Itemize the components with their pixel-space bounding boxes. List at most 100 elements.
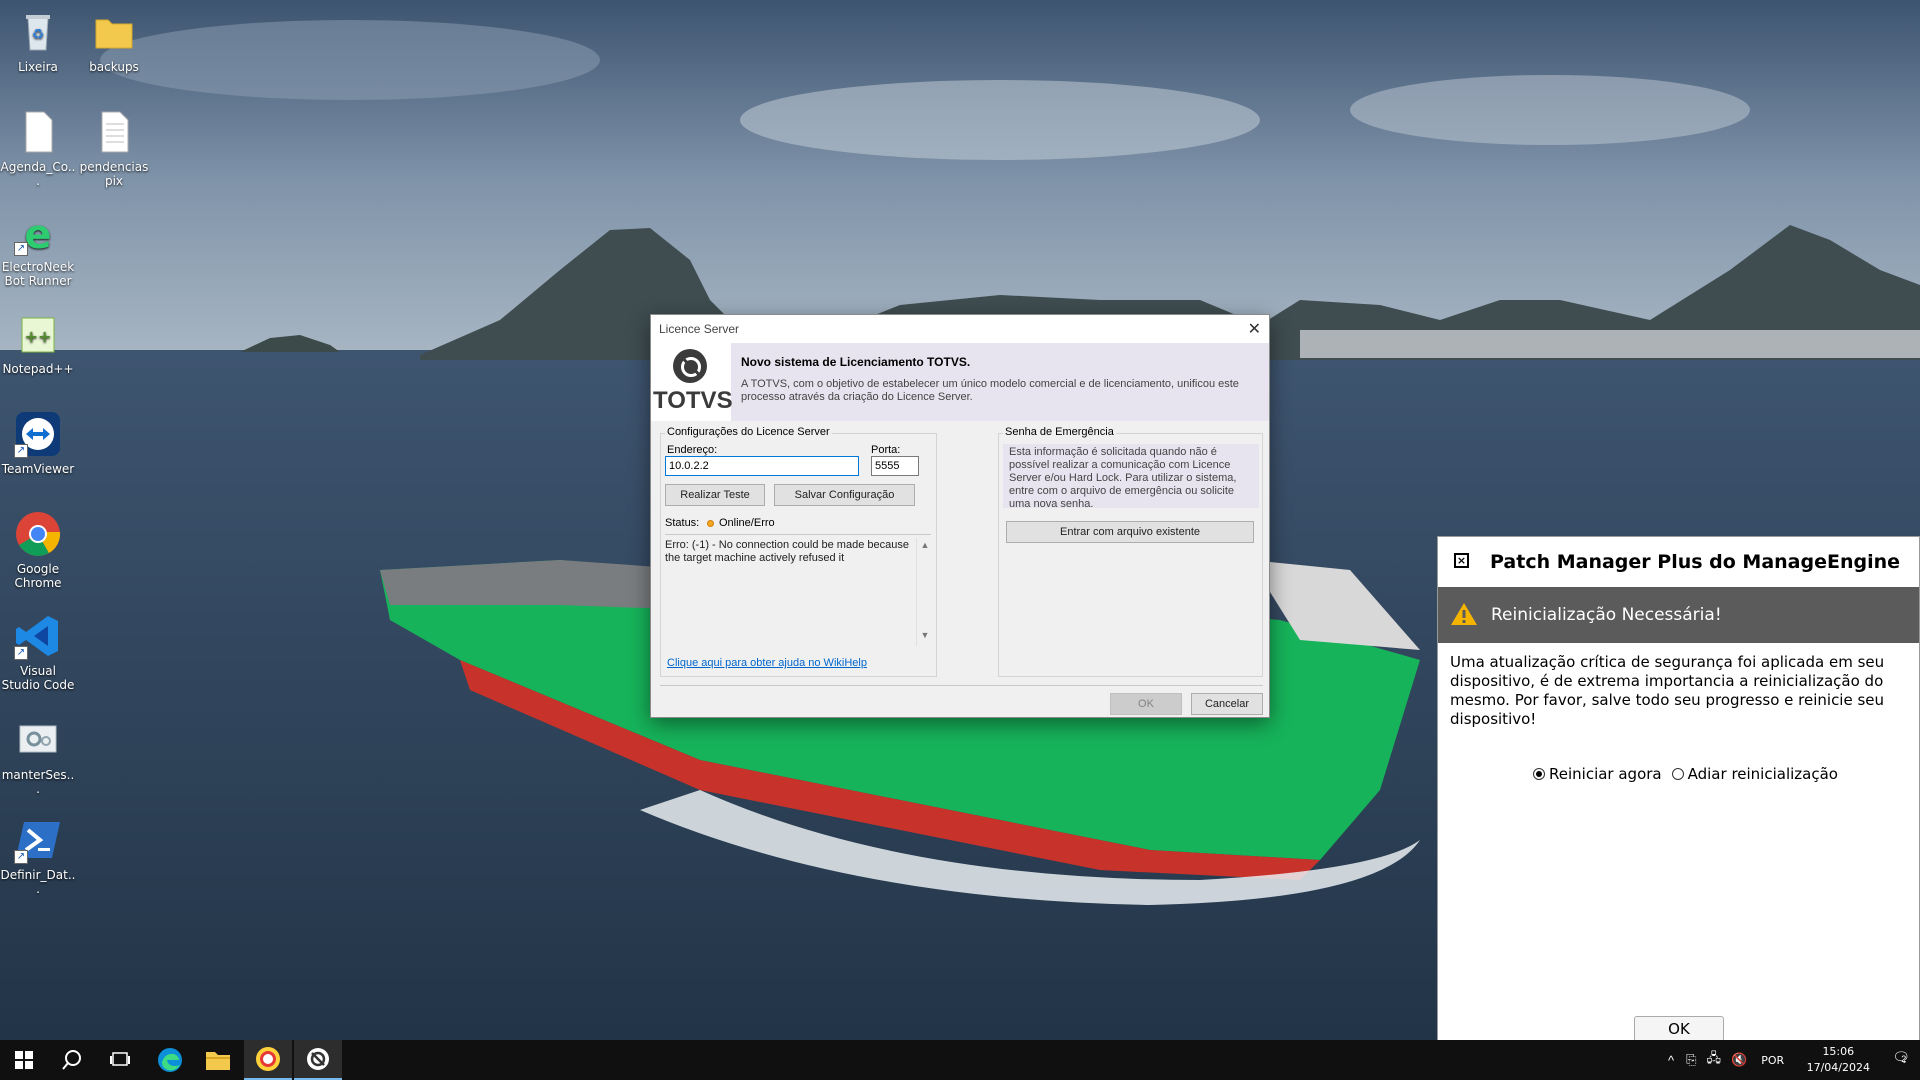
group-label: Configurações do Licence Server [665, 426, 832, 438]
desktop-icon-vscode[interactable]: ↗ Visual Studio Code [0, 612, 76, 692]
powershell-icon: ↗ [14, 816, 62, 864]
patch-manager-popup: × Patch Manager Plus do ManageEngine Rei… [1437, 536, 1920, 1046]
desktop-icon-notepadpp[interactable]: ++ Notepad++ [0, 310, 76, 376]
popup-message: Uma atualização crítica de segurança foi… [1450, 653, 1885, 728]
restart-options: Reiniciar agora Adiar reinicialização [1533, 765, 1838, 783]
restart-required-bar: Reinicialização Necessária! [1438, 587, 1919, 643]
notification-center-button[interactable]: 🗨 2 [1892, 1049, 1910, 1066]
radio-unselected-icon[interactable] [1671, 768, 1684, 780]
desktop-icon-mantersess[interactable]: manterSes... [0, 716, 76, 796]
settings-file-icon [14, 716, 62, 764]
desktop-icon-teamviewer[interactable]: ↗ TeamViewer [0, 410, 76, 476]
teamviewer-icon: ↗ [14, 410, 62, 458]
taskbar-edge[interactable] [146, 1040, 194, 1080]
radio-label: Adiar reinicialização [1687, 765, 1838, 783]
svg-text:♻: ♻ [32, 27, 45, 43]
desktop-icon-backups[interactable]: backups [76, 8, 152, 74]
volume-muted-icon[interactable]: 🔇 [1731, 1052, 1747, 1068]
desktop-icon-label: Google Chrome [14, 562, 62, 590]
system-tray: ^ ⎘ 🖧 🔇 POR [1668, 1040, 1794, 1080]
totvs-logo: TOTVS [651, 343, 733, 421]
shortcut-arrow-icon: ↗ [14, 646, 28, 660]
taskbar-totvs-smartclient[interactable] [244, 1040, 292, 1080]
totvs-icon [307, 1048, 329, 1070]
error-message: Erro: (-1) - No connection could be made… [665, 539, 909, 564]
edge-icon [158, 1048, 182, 1072]
open-emergency-file-button[interactable]: Entrar com arquivo existente [1006, 521, 1254, 543]
desktop-icon-electroneek[interactable]: e ↗ ElectroNeek Bot Runner [0, 208, 76, 288]
address-input[interactable]: 10.0.2.2 [665, 456, 859, 476]
radio-label: Reiniciar agora [1549, 765, 1662, 783]
status-indicator-icon [707, 520, 714, 527]
dialog-title: Licence Server [659, 322, 740, 336]
dialog-titlebar[interactable]: Licence Server [651, 315, 1269, 343]
chevron-up-icon[interactable]: ^ [1668, 1053, 1674, 1068]
vscode-icon: ↗ [14, 612, 62, 660]
taskbar-file-explorer[interactable] [194, 1040, 242, 1080]
document-icon [90, 108, 138, 156]
desktop-icon-label: TeamViewer [1, 462, 75, 476]
popup-ok-button[interactable]: OK [1634, 1016, 1724, 1042]
start-button[interactable] [0, 1040, 48, 1080]
clock-time: 15:06 [1822, 1045, 1855, 1058]
licence-server-dialog: Licence Server ✕ TOTVS Novo sistema de L… [650, 314, 1270, 718]
close-icon[interactable]: ✕ [1248, 319, 1261, 339]
scroll-down-icon[interactable]: ▼ [917, 630, 933, 640]
desktop-icon-label: manterSes... [1, 768, 75, 796]
notification-count: 2 [1901, 1054, 1907, 1064]
recycle-bin-icon: ♻ [14, 8, 62, 56]
desktop-icon-label: Agenda_Co... [0, 160, 76, 188]
document-icon [14, 108, 62, 156]
port-input[interactable]: 5555 [871, 456, 919, 476]
banner-description: A TOTVS, com o objetivo de estabelecer u… [741, 378, 1239, 403]
search-button[interactable] [48, 1040, 96, 1080]
task-view-button[interactable] [96, 1040, 144, 1080]
network-icon[interactable]: 🖧 [1707, 1049, 1722, 1071]
taskbar: ^ ⎘ 🖧 🔇 POR 15:06 17/04/2024 🗨 2 [0, 1040, 1920, 1080]
language-indicator[interactable]: POR [1761, 1054, 1784, 1067]
status-value: Online/Erro [719, 517, 775, 529]
scroll-up-icon[interactable]: ▲ [917, 540, 933, 550]
smartclient-icon [256, 1047, 280, 1071]
taskbar-licence-server[interactable] [294, 1040, 342, 1080]
wikihelp-link[interactable]: Clique aqui para obter ajuda no WikiHelp [667, 657, 867, 669]
radio-postpone[interactable]: Adiar reinicialização [1671, 765, 1838, 783]
warning-icon [1451, 603, 1477, 625]
desktop-icon-label: ElectroNeek Bot Runner [1, 260, 75, 288]
task-view-icon [110, 1052, 130, 1066]
address-label: Endereço: [667, 444, 718, 456]
popup-title: Patch Manager Plus do ManageEngine [1490, 551, 1901, 573]
clock[interactable]: 15:06 17/04/2024 [1807, 1044, 1870, 1076]
desktop-icon-definir[interactable]: ↗ Definir_Dat... [0, 816, 76, 896]
desktop-icon-label: Visual Studio Code [1, 664, 75, 692]
chrome-icon [14, 510, 62, 558]
desktop-icon-lixeira[interactable]: ♻ Lixeira [0, 8, 76, 74]
radio-restart-now[interactable]: Reiniciar agora [1533, 765, 1662, 783]
cancel-button[interactable]: Cancelar [1191, 693, 1263, 715]
save-config-button[interactable]: Salvar Configuração [774, 484, 915, 506]
svg-text:e: e [24, 212, 51, 256]
svg-text:++: ++ [25, 327, 52, 346]
dialog-banner: TOTVS Novo sistema de Licenciamento TOTV… [651, 343, 1269, 421]
licence-config-group: Configurações do Licence Server Endereço… [660, 426, 937, 677]
desktop-icon-label: Notepad++ [2, 362, 74, 376]
error-scrollbar[interactable]: ▲ ▼ [916, 538, 933, 646]
shortcut-arrow-icon: ↗ [14, 850, 28, 864]
port-label: Porta: [871, 444, 901, 456]
emergency-group: Senha de Emergência Esta informação é so… [998, 426, 1263, 677]
desktop-icon-label: Lixeira [18, 60, 58, 74]
desktop-icon-pendencias[interactable]: pendencias pix [76, 108, 152, 188]
desktop-icon-agenda[interactable]: Agenda_Co... [0, 108, 76, 188]
desktop-icon-chrome[interactable]: Google Chrome [0, 510, 76, 590]
network-share-icon[interactable]: ⎘ [1686, 1052, 1696, 1068]
group-label: Senha de Emergência [1003, 426, 1116, 438]
desktop-icon-label: pendencias pix [79, 160, 149, 188]
ok-button[interactable]: OK [1110, 693, 1182, 715]
banner-title: Novo sistema de Licenciamento TOTVS. [741, 355, 971, 369]
electroneek-icon: e ↗ [14, 208, 62, 258]
close-icon[interactable]: × [1454, 553, 1469, 568]
restart-required-text: Reinicialização Necessária! [1491, 605, 1722, 625]
test-button[interactable]: Realizar Teste [665, 484, 765, 506]
radio-selected-icon[interactable] [1533, 768, 1545, 780]
folder-icon [90, 8, 138, 56]
